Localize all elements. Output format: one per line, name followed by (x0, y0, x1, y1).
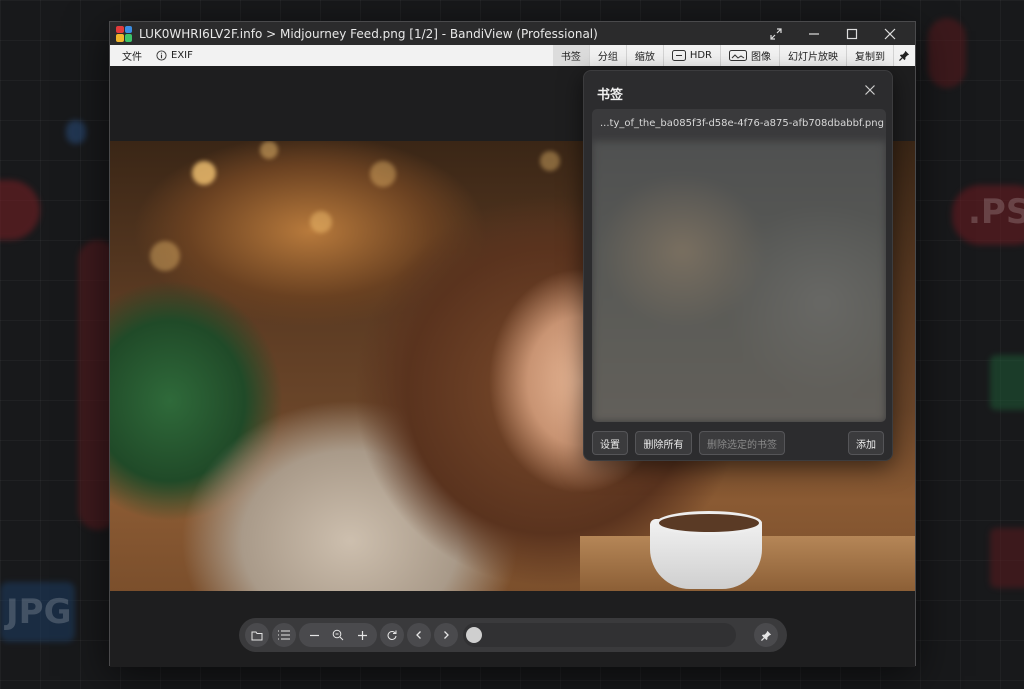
bokeh-light (540, 151, 560, 171)
minus-icon (309, 634, 319, 636)
panel-close-button[interactable] (864, 81, 880, 97)
background-shape (0, 180, 40, 240)
delete-selected-button[interactable]: 删除选定的书签 (699, 431, 785, 455)
menu-bar: 文件 EXIF 书签 分组 缩放 HDR 图像 幻灯片放映 复制到 (110, 45, 915, 66)
maximize-button[interactable] (833, 22, 871, 45)
slider-knob[interactable] (466, 627, 482, 643)
bokeh-light (192, 161, 216, 185)
image-icon (729, 50, 747, 61)
magnifier-icon (332, 629, 344, 641)
folder-open-icon (251, 631, 262, 640)
background-shape (990, 355, 1024, 410)
delete-all-button[interactable]: 删除所有 (635, 431, 692, 455)
rotate-button[interactable] (380, 623, 404, 647)
bottom-toolbar (239, 618, 787, 652)
title-bar[interactable]: LUK0WHRI6LV2F.info > Midjourney Feed.png… (110, 22, 915, 45)
background-label-psd: .PS (968, 192, 1024, 232)
info-circle-icon (156, 50, 167, 61)
fullscreen-button[interactable] (757, 22, 795, 45)
list-icon (278, 630, 290, 640)
window-title: LUK0WHRI6LV2F.info > Midjourney Feed.png… (139, 26, 598, 41)
menu-split-label: 分组 (597, 52, 618, 63)
menu-bookmark[interactable]: 书签 (552, 45, 589, 66)
menu-file-label: 文件 (122, 52, 142, 63)
expand-icon (770, 27, 782, 40)
menu-zoom-label: 缩放 (634, 52, 655, 63)
pin-icon (899, 50, 910, 61)
background-shape (990, 528, 1024, 588)
next-image-button[interactable] (434, 623, 458, 647)
pin-toolbar-button[interactable] (754, 623, 778, 647)
menu-copy-to-label: 复制到 (855, 52, 885, 63)
menu-slideshow-label: 幻灯片放映 (788, 52, 838, 63)
bandiview-logo-icon (116, 25, 132, 42)
bookmark-list-item[interactable]: ...ty_of_the_ba085f3f-d58e-4f76-a875-afb… (600, 118, 884, 129)
bokeh-light (150, 241, 180, 271)
bokeh-light (370, 161, 396, 187)
menu-file[interactable]: 文件 (122, 48, 142, 63)
bookmark-panel: 书签 ...ty_of_the_ba085f3f-d58e-4f76-a875-… (583, 70, 893, 461)
menu-image[interactable]: 图像 (720, 45, 779, 66)
settings-button[interactable]: 设置 (592, 431, 628, 455)
image-position-slider[interactable] (463, 623, 736, 647)
bottom-bar (110, 591, 915, 667)
menu-copy-to[interactable]: 复制到 (846, 45, 893, 66)
menu-exif[interactable]: EXIF (156, 50, 193, 61)
menu-split[interactable]: 分组 (588, 45, 626, 66)
bookmark-panel-title: 书签 (597, 88, 624, 103)
background-label-jpg: JPG (6, 592, 72, 632)
menu-slideshow[interactable]: 幻灯片放映 (779, 45, 846, 66)
close-icon (884, 28, 896, 39)
background-shape (928, 18, 966, 88)
coffee-cup (650, 511, 762, 589)
zoom-out-button[interactable] (302, 623, 326, 647)
menu-image-label: 图像 (751, 52, 771, 63)
zoom-controls (299, 623, 377, 647)
chevron-right-icon (444, 631, 449, 639)
menu-bookmark-label: 书签 (560, 52, 581, 63)
chevron-left-icon (416, 631, 421, 639)
menu-zoom[interactable]: 缩放 (625, 45, 663, 66)
menu-exif-label: EXIF (171, 50, 193, 61)
rotate-icon (387, 630, 397, 640)
pin-menu-button[interactable] (893, 45, 915, 66)
zoom-in-button[interactable] (350, 623, 374, 647)
menu-hdr[interactable]: HDR (662, 45, 720, 66)
pin-icon (760, 630, 771, 641)
window-controls (757, 22, 909, 45)
minimize-icon (809, 32, 819, 35)
close-button[interactable] (871, 22, 909, 45)
bookmark-preview (592, 141, 886, 422)
close-icon (865, 85, 875, 95)
open-folder-button[interactable] (245, 623, 269, 647)
zoom-fit-button[interactable] (326, 623, 350, 647)
maximize-icon (846, 28, 858, 39)
file-list-button[interactable] (272, 623, 296, 647)
hdr-icon (671, 50, 686, 61)
add-bookmark-button[interactable]: 添加 (848, 431, 884, 455)
minimize-button[interactable] (795, 22, 833, 45)
bokeh-light (260, 141, 278, 159)
background-shape (66, 120, 86, 144)
plus-icon (357, 630, 367, 640)
bookmark-list[interactable]: ...ty_of_the_ba085f3f-d58e-4f76-a875-afb… (592, 109, 886, 422)
previous-image-button[interactable] (407, 623, 431, 647)
menu-hdr-label: HDR (689, 50, 712, 61)
bokeh-light (310, 211, 332, 233)
